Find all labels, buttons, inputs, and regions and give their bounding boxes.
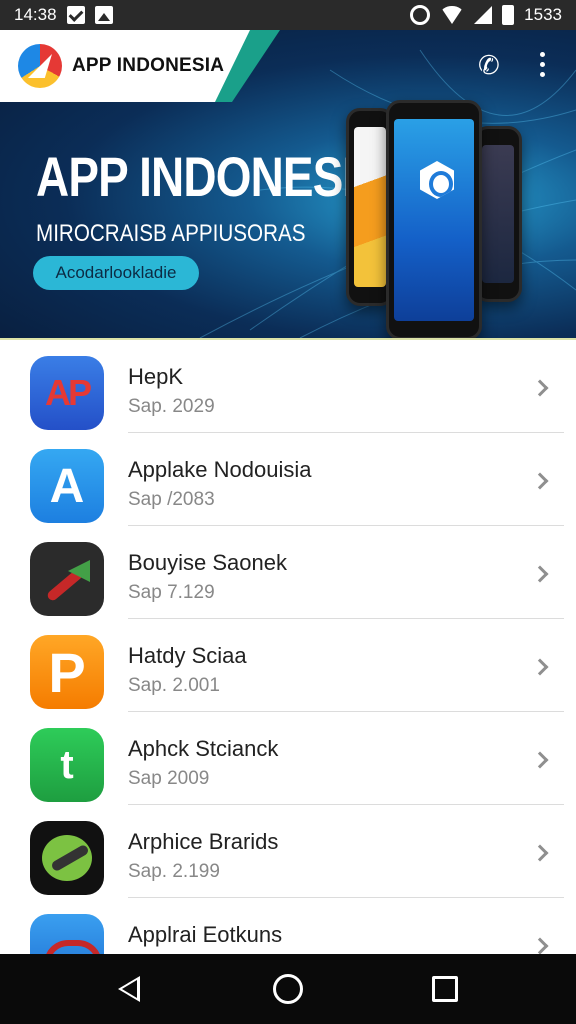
navigation-bar [0,954,576,1024]
chevron-right-icon [531,472,549,490]
list-item[interactable]: A Applake Nodouisia Sap /2083 [0,433,576,526]
logo-text: APP INDONESIA [72,55,225,76]
app-title: Bouyise Saonek [128,550,287,575]
battery-icon [502,5,515,25]
check-notification-icon [66,6,85,24]
banner-subtitle: MIROCRAISB APPIUSORAS [36,220,306,247]
chevron-right-icon [531,751,549,769]
app-subtitle: Sap. 2029 [128,396,215,417]
a-app-icon: A [30,449,104,523]
app-subtitle: Sap. 2.199 [128,861,220,882]
list-item[interactable]: t Aphck Stcianck Sap 2009 [0,712,576,805]
chevron-right-icon [531,937,549,954]
app-subtitle: Sap 2009 [128,768,210,789]
signal-icon [474,6,493,24]
phone-icon[interactable]: ✆ [478,52,500,78]
logo-mark-icon [18,44,62,88]
ap-app-icon: AP [30,356,104,430]
status-bar: 14:38 1533 [0,0,576,30]
app-title: Arphice Brarids [128,829,279,854]
banner-title: APP INDONESIA [36,145,388,208]
phone-illustration-center [386,100,482,338]
black-app-icon [30,821,104,895]
list-item[interactable]: P Hatdy Sciaa Sap. 2.001 [0,619,576,712]
chevron-right-icon [531,565,549,583]
app-title: Applrai Eotkuns [128,922,283,947]
list-item[interactable]: AP HepK Sap. 2029 [0,340,576,433]
list-item[interactable]: Arphice Brarids Sap. 2.199 [0,805,576,898]
app-subtitle: Sap 7.129 [128,582,215,603]
blue-app-icon [30,914,104,954]
hero-banner: APP INDONESIA ✆ APP INDONESIA MIROCRAISB… [0,30,576,338]
dark-app-icon [30,542,104,616]
image-notification-icon [94,6,113,24]
app-title: Applake Nodouisia [128,457,312,482]
home-icon[interactable] [273,974,303,1004]
battery-percent: 1533 [524,5,562,24]
wifi-icon [440,6,465,24]
p-app-icon: P [30,635,104,709]
app-list: AP HepK Sap. 2029 A Applake Nodouisia Sa… [0,338,576,954]
more-options-icon[interactable] [536,52,548,77]
chevron-right-icon [531,658,549,676]
chevron-right-icon [531,844,549,862]
recents-icon[interactable] [432,976,458,1002]
status-left: 14:38 [14,5,113,25]
status-time: 14:38 [14,5,57,24]
app-title: Aphck Stcianck [128,736,279,761]
green-app-icon: t [30,728,104,802]
app-title: HepK [128,364,184,389]
app-logo[interactable]: APP INDONESIA [0,30,250,102]
banner-chip-button[interactable]: Acodarlookladie [33,256,199,290]
chevron-right-icon [531,379,549,397]
list-item[interactable]: Bouyise Saonek Sap 7.129 [0,526,576,619]
app-badge-icon [420,161,454,199]
alarm-icon [410,5,431,25]
list-item[interactable]: Applrai Eotkuns [0,898,576,954]
status-right: 1533 [410,5,562,25]
app-title: Hatdy Sciaa [128,643,247,668]
back-icon[interactable] [118,976,140,1002]
app-subtitle: Sap /2083 [128,489,215,510]
app-subtitle: Sap. 2.001 [128,675,220,696]
